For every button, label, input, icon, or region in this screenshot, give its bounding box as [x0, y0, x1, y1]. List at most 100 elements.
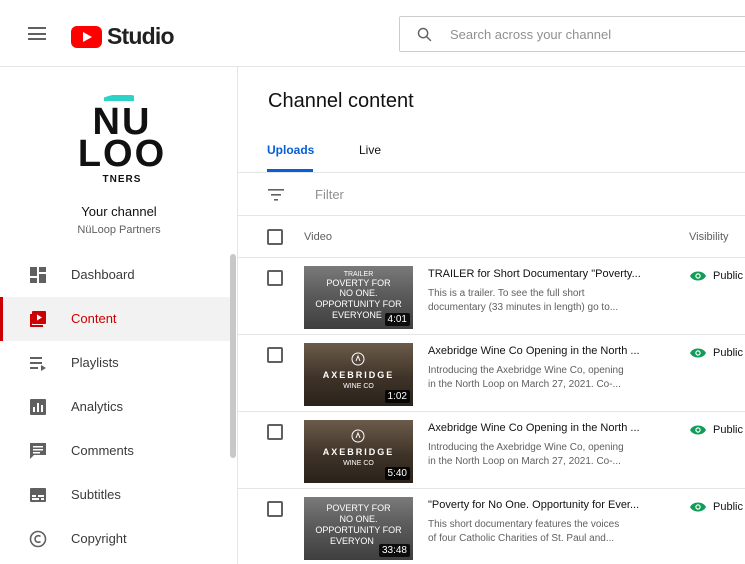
- filter-bar[interactable]: Filter: [238, 173, 745, 216]
- table-row[interactable]: TRAILER POVERTY FOR NO ONE. OPPORTUNITY …: [238, 258, 745, 335]
- eye-icon: [690, 271, 706, 281]
- content-tabs: Uploads Live: [238, 130, 745, 173]
- video-description-line: This short documentary features the voic…: [428, 519, 620, 530]
- visibility-label: Public: [713, 501, 743, 513]
- menu-icon[interactable]: [28, 27, 46, 40]
- sidebar-item-playlists[interactable]: Playlists: [0, 341, 230, 385]
- comments-icon: [30, 443, 46, 459]
- table-row[interactable]: AXEBRIDGE WINE CO 5:40 Axebridge Wine Co…: [238, 412, 745, 489]
- video-description-line: in the North Loop on March 27, 2021. Co-…: [428, 379, 621, 390]
- video-title[interactable]: "Poverty for No One. Opportunity for Eve…: [428, 499, 658, 511]
- video-thumbnail[interactable]: AXEBRIDGE WINE CO 5:40: [304, 420, 413, 483]
- sidebar-item-label: Dashboard: [71, 267, 135, 282]
- table-row[interactable]: POVERTY FOR NO ONE. OPPORTUNITY FOR EVER…: [238, 489, 745, 564]
- sidebar: NU LOO TNERS Your channel NüLoop Partner…: [0, 67, 238, 564]
- column-video: Video: [304, 231, 332, 243]
- video-title[interactable]: TRAILER for Short Documentary "Poverty..…: [428, 268, 658, 280]
- filter-icon[interactable]: [268, 189, 284, 201]
- thumb-text: NO ONE.: [339, 288, 378, 298]
- sidebar-item-comments[interactable]: Comments: [0, 429, 230, 473]
- video-description: Introducing the Axebridge Wine Co, openi…: [428, 441, 653, 469]
- video-duration: 1:02: [384, 390, 410, 403]
- sidebar-item-label: Playlists: [71, 355, 119, 370]
- filter-input[interactable]: Filter: [315, 187, 344, 202]
- sidebar-item-label: Subtitles: [71, 487, 121, 502]
- page-title: Channel content: [268, 90, 414, 112]
- row-checkbox[interactable]: [267, 347, 283, 363]
- your-channel-label: Your channel: [81, 204, 157, 219]
- search-input[interactable]: Search across your channel: [399, 16, 745, 52]
- sidebar-item-label: Copyright: [71, 531, 127, 546]
- visibility-status[interactable]: Public: [690, 270, 743, 282]
- logo-text: Studio: [107, 23, 175, 49]
- select-all-checkbox[interactable]: [267, 229, 283, 245]
- video-description-line: in the North Loop on March 27, 2021. Co-…: [428, 456, 621, 467]
- table-row[interactable]: AXEBRIDGE WINE CO 1:02 Axebridge Wine Co…: [238, 335, 745, 412]
- sidebar-scrollbar[interactable]: [230, 254, 236, 458]
- video-title[interactable]: Axebridge Wine Co Opening in the North .…: [428, 422, 658, 434]
- visibility-status[interactable]: Public: [690, 424, 743, 436]
- thumb-text: OPPORTUNITY FOR: [315, 525, 402, 535]
- visibility-label: Public: [713, 424, 743, 436]
- eye-icon: [690, 348, 706, 358]
- row-checkbox[interactable]: [267, 270, 283, 286]
- analytics-icon: [30, 399, 46, 415]
- video-description: Introducing the Axebridge Wine Co, openi…: [428, 364, 653, 392]
- video-thumbnail[interactable]: TRAILER POVERTY FOR NO ONE. OPPORTUNITY …: [304, 266, 413, 329]
- thumb-text: NO ONE.: [339, 514, 378, 524]
- tab-live[interactable]: Live: [359, 143, 381, 157]
- table-header: Video Visibility: [238, 216, 745, 258]
- copyright-icon: [29, 530, 47, 548]
- channel-avatar[interactable]: NU LOO TNERS: [73, 94, 171, 192]
- axebridge-logo-icon: [351, 352, 365, 366]
- thumb-text: AXEBRIDGE: [322, 370, 395, 380]
- content-icon: [30, 311, 46, 327]
- eye-icon: [690, 502, 706, 512]
- sidebar-item-analytics[interactable]: Analytics: [0, 385, 230, 429]
- thumb-text: POVERTY FOR: [326, 503, 391, 513]
- video-description-line: This is a trailer. To see the full short: [428, 288, 585, 299]
- video-description-line: Introducing the Axebridge Wine Co, openi…: [428, 365, 624, 376]
- thumb-text: OPPORTUNITY FOR: [315, 299, 402, 309]
- dashboard-icon: [30, 267, 46, 283]
- studio-logo[interactable]: Studio: [71, 23, 175, 50]
- thumb-text: AXEBRIDGE: [322, 447, 395, 457]
- sidebar-item-label: Analytics: [71, 399, 124, 414]
- avatar-text-2: LOO: [77, 133, 167, 175]
- video-description: This is a trailer. To see the full short…: [428, 287, 653, 315]
- column-visibility[interactable]: Visibility: [689, 231, 729, 243]
- avatar-text-3: TNERS: [102, 174, 142, 185]
- eye-icon: [690, 425, 706, 435]
- visibility-status[interactable]: Public: [690, 501, 743, 513]
- video-thumbnail[interactable]: POVERTY FOR NO ONE. OPPORTUNITY FOR EVER…: [304, 497, 413, 560]
- sidebar-nav: Dashboard Content Playlists Analytics Co…: [0, 253, 230, 561]
- video-description: This short documentary features the voic…: [428, 518, 653, 546]
- visibility-label: Public: [713, 270, 743, 282]
- top-bar: Studio Search across your channel: [0, 0, 745, 67]
- row-checkbox[interactable]: [267, 501, 283, 517]
- axebridge-logo-icon: [351, 429, 365, 443]
- playlists-icon: [30, 357, 46, 371]
- video-description-line: of four Catholic Charities of St. Paul a…: [428, 533, 615, 544]
- video-description-line: Introducing the Axebridge Wine Co, openi…: [428, 442, 624, 453]
- visibility-status[interactable]: Public: [690, 347, 743, 359]
- video-thumbnail[interactable]: AXEBRIDGE WINE CO 1:02: [304, 343, 413, 406]
- tab-uploads[interactable]: Uploads: [267, 143, 314, 157]
- youtube-play-icon: [71, 25, 102, 48]
- video-duration: 5:40: [384, 467, 410, 480]
- channel-name: NüLoop Partners: [77, 224, 161, 236]
- video-title[interactable]: Axebridge Wine Co Opening in the North .…: [428, 345, 658, 357]
- visibility-label: Public: [713, 347, 743, 359]
- sidebar-item-dashboard[interactable]: Dashboard: [0, 253, 230, 297]
- video-description-line: documentary (33 minutes in length) go to…: [428, 302, 619, 313]
- row-checkbox[interactable]: [267, 424, 283, 440]
- search-icon: [417, 27, 432, 42]
- video-duration: 4:01: [384, 313, 410, 326]
- sidebar-item-label: Comments: [71, 443, 134, 458]
- sidebar-item-subtitles[interactable]: Subtitles: [0, 473, 230, 517]
- active-tab-indicator: [267, 169, 313, 172]
- sidebar-item-copyright[interactable]: Copyright: [0, 517, 230, 561]
- subtitles-icon: [30, 488, 46, 502]
- video-duration: 33:48: [378, 544, 410, 557]
- sidebar-item-content[interactable]: Content: [0, 297, 230, 341]
